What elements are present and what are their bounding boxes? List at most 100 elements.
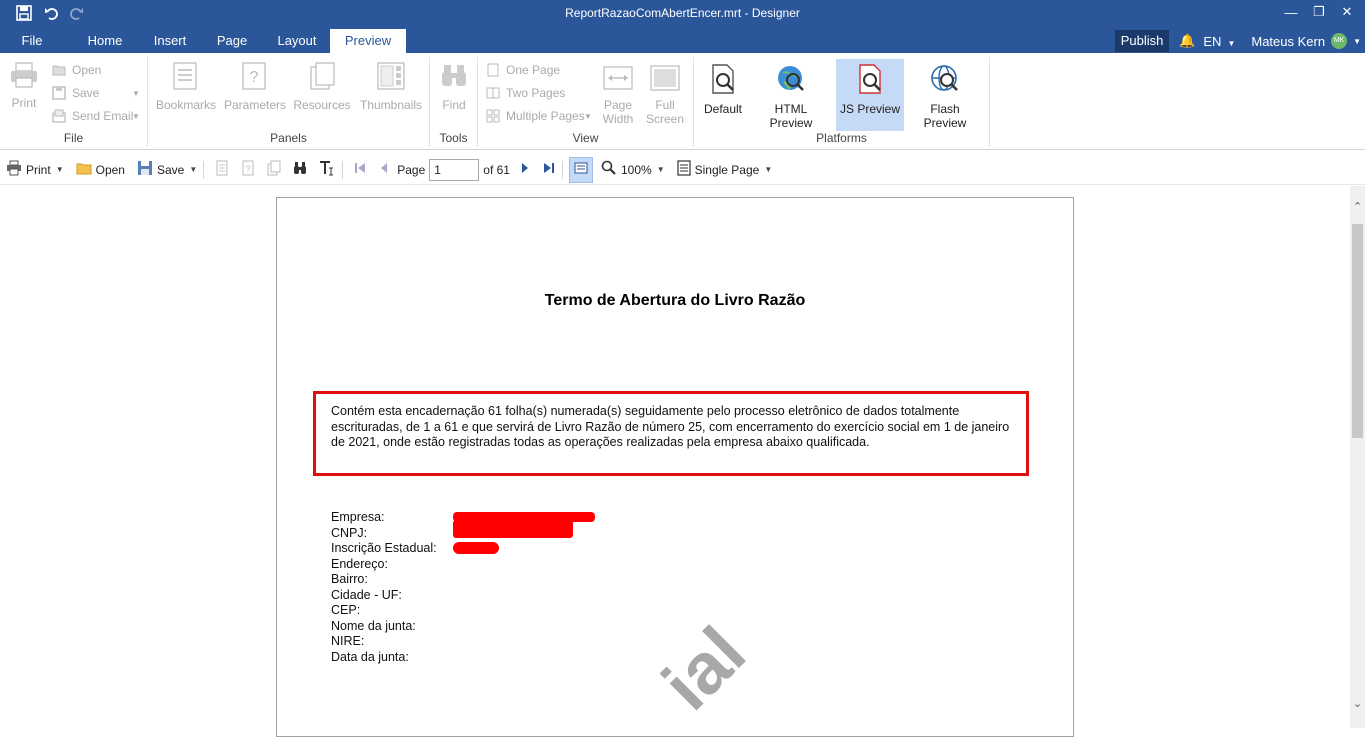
zoom-icon	[601, 160, 617, 179]
printer-icon	[6, 61, 42, 92]
resources-button[interactable]: Resources	[292, 61, 352, 112]
bookmarks-button[interactable]: Bookmarks	[156, 61, 217, 112]
one-page-button[interactable]: One Page	[486, 61, 560, 79]
first-page-button[interactable]	[353, 157, 367, 183]
default-preview-label: Default	[703, 102, 743, 116]
folder-icon	[52, 63, 66, 77]
tab-file[interactable]: File	[0, 29, 64, 53]
publish-button[interactable]: Publish	[1114, 30, 1170, 52]
tab-layout[interactable]: Layout	[270, 29, 324, 53]
bell-icon[interactable]: 🔔	[1179, 33, 1195, 49]
full-screen-button[interactable]: Full Screen	[644, 65, 686, 126]
print-button[interactable]: Print	[6, 61, 42, 110]
field-label: Inscrição Estadual:	[331, 541, 437, 555]
chevron-down-icon[interactable]: ▼	[1353, 37, 1361, 46]
save-dropdown-button[interactable]: Save ▼	[52, 84, 140, 102]
page-width-button[interactable]: Page Width	[598, 65, 638, 126]
chevron-down-icon: ▼	[1227, 38, 1236, 48]
resources-icon	[266, 160, 282, 179]
group-file: Print Open Save ▼ Send Email ▼ File	[0, 57, 148, 147]
viewer-print-label: Print	[26, 162, 51, 177]
vertical-scrollbar[interactable]: ⌃ ⌄	[1350, 186, 1365, 728]
next-page-button[interactable]	[518, 157, 532, 183]
zoom-dropdown[interactable]: 100% ▼	[601, 157, 665, 183]
chevron-down-icon: ▼	[132, 111, 140, 121]
viewer-toolbar: Print ▼ Open Save ▼ ? Page 1 of 61 100% …	[0, 155, 1365, 185]
js-page-icon	[836, 63, 904, 98]
html-preview-button[interactable]: HTML Preview	[752, 59, 830, 131]
scroll-up-icon[interactable]: ⌃	[1350, 200, 1365, 213]
toolbar-separator	[342, 160, 344, 179]
one-page-icon	[486, 63, 500, 77]
avatar[interactable]: MK	[1331, 33, 1348, 49]
previous-page-icon	[377, 161, 391, 178]
page-number-input[interactable]: 1	[429, 158, 480, 181]
title-bar: ReportRazaoComAbertEncer.mrt - Designer …	[0, 0, 1365, 53]
multiple-pages-label: Multiple Pages	[506, 109, 585, 123]
window-controls: — ❐ ✕	[1277, 2, 1361, 22]
page-view-icon	[574, 161, 588, 178]
send-email-label: Send Email	[72, 109, 134, 123]
multiple-pages-button[interactable]: Multiple Pages ▼	[486, 107, 592, 125]
language-selector[interactable]: EN ▼	[1203, 34, 1235, 49]
js-preview-button[interactable]: JS Preview	[836, 59, 904, 131]
tab-page[interactable]: Page	[194, 29, 270, 53]
close-icon[interactable]: ✕	[1333, 2, 1361, 22]
header-right-tools: Publish 🔔 EN ▼ Mateus Kern MK ▼	[1114, 30, 1365, 52]
parameters-button[interactable]: ? Parameters	[224, 61, 286, 112]
chevron-down-icon: ▼	[764, 165, 773, 174]
thumbnails-button[interactable]: Thumbnails	[360, 61, 422, 112]
field-label: Data da junta:	[331, 649, 409, 664]
watermark-text: ial	[647, 612, 761, 726]
page-count-label: of 61	[483, 162, 510, 177]
chevron-down-icon: ▼	[584, 111, 592, 121]
field-label: NIRE:	[331, 634, 365, 648]
viewer-print-button[interactable]: Print ▼	[6, 157, 64, 183]
last-page-icon	[542, 161, 556, 178]
tab-preview[interactable]: Preview	[330, 29, 406, 53]
view-mode-dropdown[interactable]: Single Page ▼	[677, 157, 773, 183]
bookmarks-toggle[interactable]	[214, 157, 230, 183]
two-pages-button[interactable]: Two Pages	[486, 84, 565, 102]
default-preview-button[interactable]: Default	[700, 59, 746, 131]
find-label: Find	[442, 98, 466, 112]
find-button[interactable]: Find	[436, 61, 472, 112]
group-label-platforms: Platforms	[816, 131, 867, 145]
page-width-label-line2: Width	[602, 112, 634, 126]
viewer-save-button[interactable]: Save ▼	[137, 157, 197, 183]
scrollbar-thumb[interactable]	[1352, 224, 1363, 438]
group-label-panels: Panels	[270, 131, 307, 145]
page-view-toggle[interactable]	[568, 156, 593, 183]
html-globe-icon	[752, 63, 830, 98]
restore-icon[interactable]: ❐	[1305, 2, 1333, 22]
user-name[interactable]: Mateus Kern	[1251, 34, 1325, 49]
page-label: Page	[397, 162, 426, 177]
send-email-button[interactable]: Send Email ▼	[52, 107, 140, 125]
scroll-down-icon[interactable]: ⌄	[1350, 697, 1365, 710]
thumbnails-icon	[360, 61, 422, 94]
full-screen-label-line1: Full	[655, 98, 675, 112]
tab-home[interactable]: Home	[64, 29, 146, 53]
printer-icon	[6, 160, 22, 179]
parameters-toggle[interactable]: ?	[240, 157, 256, 183]
resources-toggle[interactable]	[266, 157, 282, 183]
editor-toggle[interactable]	[318, 157, 336, 183]
viewer-open-button[interactable]: Open	[76, 157, 125, 183]
window-title: ReportRazaoComAbertEncer.mrt - Designer	[565, 6, 800, 20]
company-fields: Empresa: CNPJ: Inscrição Estadual: Ender…	[331, 510, 437, 665]
two-pages-label: Two Pages	[506, 86, 566, 100]
page-width-label-line1: Page	[603, 98, 633, 112]
group-tools: Find Tools	[430, 57, 478, 147]
find-toggle[interactable]	[292, 157, 308, 183]
svg-text:?: ?	[250, 69, 259, 86]
tab-insert[interactable]: Insert	[146, 29, 194, 53]
print-label: Print	[11, 96, 37, 110]
bookmarks-label: Bookmarks	[156, 98, 217, 112]
flash-preview-label: Flash Preview	[923, 102, 967, 130]
open-button[interactable]: Open	[52, 61, 101, 79]
flash-preview-button[interactable]: Flash Preview	[908, 59, 982, 131]
text-cursor-icon	[318, 160, 336, 179]
last-page-button[interactable]	[542, 157, 556, 183]
minimize-icon[interactable]: —	[1277, 2, 1305, 22]
previous-page-button[interactable]	[377, 157, 391, 183]
